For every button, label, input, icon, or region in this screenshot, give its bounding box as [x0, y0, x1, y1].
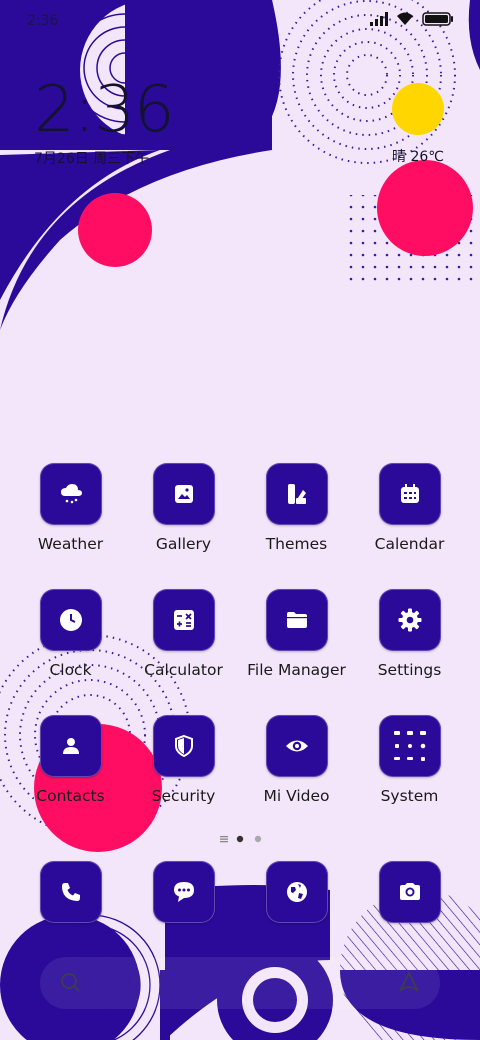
app-clock[interactable]: Clock — [14, 589, 127, 699]
app-label: File Manager — [247, 661, 346, 679]
camera-icon — [378, 861, 441, 923]
app-system-folder[interactable]: System — [353, 715, 466, 825]
app-mi-video[interactable]: Mi Video — [240, 715, 353, 825]
phone-icon — [39, 861, 102, 923]
page-dot — [254, 835, 262, 843]
clock-widget[interactable]: 2:36 7月26日 周三下午 — [34, 73, 175, 168]
folder-icon — [265, 589, 328, 651]
weather-widget[interactable]: 晴 26℃ — [392, 146, 444, 166]
search-bar[interactable] — [40, 955, 440, 1011]
wifi-icon — [395, 11, 415, 30]
app-label: Gallery — [155, 535, 212, 553]
status-time: 2:36 — [27, 13, 59, 29]
weather-text: 晴 26℃ — [392, 149, 444, 165]
clock-time: 2:36 — [34, 73, 175, 147]
gear-icon — [378, 589, 441, 651]
globe-icon — [265, 861, 328, 923]
calculator-icon — [152, 589, 215, 651]
app-settings[interactable]: Settings — [353, 589, 466, 699]
app-label: Weather — [37, 535, 104, 553]
eye-icon — [265, 715, 328, 777]
clock-date: 7月26日 周三下午 — [34, 151, 150, 167]
app-security[interactable]: Security — [127, 715, 240, 825]
status-bar: 2:36 — [0, 0, 480, 42]
clock-icon — [39, 589, 102, 651]
app-gallery[interactable]: Gallery — [127, 463, 240, 573]
app-label: Calculator — [144, 661, 223, 679]
calendar-icon — [378, 463, 441, 525]
menu-lines-icon — [220, 836, 228, 843]
folder-grid-icon — [378, 715, 441, 777]
app-calculator[interactable]: Calculator — [127, 589, 240, 699]
app-label: Security — [151, 787, 216, 805]
cloud-rain-icon — [39, 463, 102, 525]
app-label: System — [380, 787, 439, 805]
app-label: Mi Video — [263, 787, 330, 805]
page-indicator[interactable] — [0, 830, 480, 849]
app-label: Themes — [265, 535, 328, 553]
page-dot-active — [236, 835, 244, 843]
person-icon — [39, 715, 102, 777]
app-label: Calendar — [374, 535, 445, 553]
app-themes[interactable]: Themes — [240, 463, 353, 573]
signal-icon — [370, 11, 388, 30]
app-label: Clock — [49, 661, 92, 679]
shield-icon — [152, 715, 215, 777]
dock — [14, 861, 466, 931]
app-label: Settings — [377, 661, 442, 679]
battery-icon — [422, 11, 454, 30]
palette-icon — [265, 463, 328, 525]
app-calendar[interactable]: Calendar — [353, 463, 466, 573]
chat-icon — [152, 861, 215, 923]
app-contacts[interactable]: Contacts — [14, 715, 127, 825]
image-icon — [152, 463, 215, 525]
app-file-manager[interactable]: File Manager — [240, 589, 353, 699]
app-weather[interactable]: Weather — [14, 463, 127, 573]
app-label: Contacts — [36, 787, 105, 805]
